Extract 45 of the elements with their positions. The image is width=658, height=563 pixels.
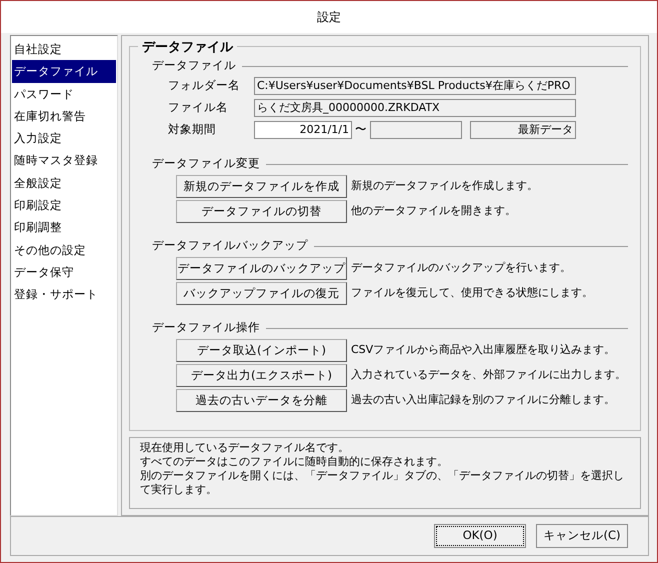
- action-button[interactable]: バックアップファイルの復元: [176, 282, 347, 305]
- section-title: データファイル操作: [152, 319, 260, 336]
- section-title: データファイル: [152, 57, 236, 74]
- help-line: 別のデータファイルを開くには、「データファイル」タブの、「データファイルの切替」を選択して実行します。: [140, 468, 625, 497]
- action-button[interactable]: データファイルのバックアップ: [176, 257, 347, 280]
- field-label: 対象期間: [168, 121, 217, 138]
- action-description: 新規のデータファイルを作成します。: [351, 178, 538, 194]
- help-line: すべてのデータはこのファイルに随時自動的に保存されます。: [140, 454, 449, 469]
- sidebar-item[interactable]: 自社設定: [12, 38, 116, 60]
- date-to-field[interactable]: [370, 121, 462, 139]
- file-field[interactable]: らくだ文房具_00000000.ZRKDATX: [254, 99, 576, 117]
- range-separator: 〜: [354, 121, 368, 138]
- action-button[interactable]: データ出力(エクスポート): [176, 364, 347, 387]
- action-button[interactable]: データファイルの切替: [176, 200, 347, 223]
- action-description: ファイルを復元して、使用できる状態にします。: [351, 285, 593, 302]
- window-title: 設定: [317, 9, 341, 26]
- action-description: CSVファイルから商品や入出庫履歴を取り込みます。: [351, 342, 616, 358]
- action-button[interactable]: データ取込(インポート): [176, 339, 347, 362]
- section-title: データファイルバックアップ: [152, 237, 308, 254]
- action-description: データファイルのバックアップを行います。: [351, 260, 571, 276]
- action-description: 過去の古い入出庫記録を別のファイルに分離します。: [351, 392, 615, 408]
- sidebar-item[interactable]: 全般設定: [12, 172, 116, 194]
- dialog-button[interactable]: キャンセル(C): [536, 524, 628, 548]
- dialog-button[interactable]: OK(O): [434, 524, 526, 548]
- action-description: 入力されているデータを、外部ファイルに出力します。: [351, 367, 626, 384]
- sidebar-item[interactable]: 随時マスタ登録: [12, 149, 116, 172]
- sidebar-item[interactable]: 印刷設定: [12, 194, 116, 216]
- sidebar-item[interactable]: 登録・サポート: [12, 283, 116, 306]
- date-from-field[interactable]: 2021/1/1: [254, 121, 352, 139]
- sidebar-item[interactable]: データ保守: [12, 260, 116, 284]
- action-button[interactable]: 新規のデータファイルを作成: [176, 175, 347, 198]
- help-line: 現在使用しているデータファイル名です。: [140, 440, 350, 455]
- latest-field[interactable]: 最新データ: [470, 121, 576, 139]
- field-label: フォルダー名: [168, 77, 241, 94]
- sidebar-item[interactable]: 入力設定: [12, 127, 116, 150]
- sidebar-item[interactable]: パスワード: [12, 82, 116, 105]
- field-label: ファイル名: [168, 99, 229, 116]
- action-button[interactable]: 過去の古いデータを分離: [176, 389, 347, 412]
- action-description: 他のデータファイルを開きます。: [351, 203, 516, 220]
- sidebar-item[interactable]: その他の設定: [12, 238, 116, 261]
- sidebar-item[interactable]: 印刷調整: [12, 216, 116, 239]
- folder-field[interactable]: C:¥Users¥user¥Documents¥BSL Products¥在庫らくだPRO: [254, 77, 576, 95]
- section-title: データファイル変更: [152, 155, 260, 172]
- sidebar-item[interactable]: データファイル: [12, 60, 116, 83]
- sidebar-item[interactable]: 在庫切れ警告: [12, 104, 116, 128]
